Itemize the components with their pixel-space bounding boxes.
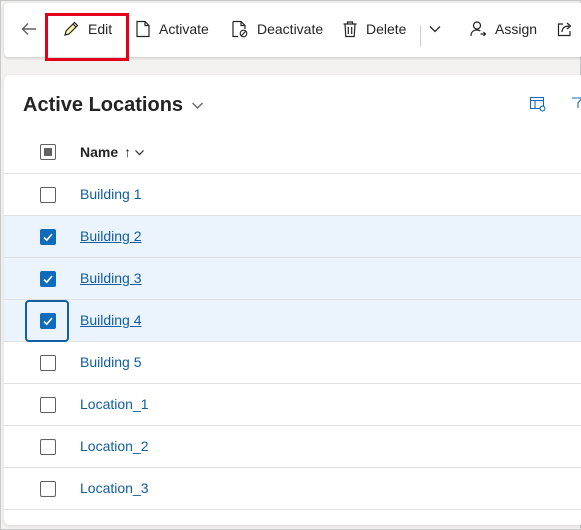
document-icon — [136, 20, 150, 38]
grid-header: Name ↑ — [4, 131, 581, 174]
chevron-down-icon — [135, 149, 145, 155]
record-link[interactable]: Location_1 — [80, 396, 149, 412]
table-row[interactable]: Building 3 — [4, 258, 581, 300]
command-bar: Edit Activate Deactivate Delete Assign — [4, 3, 581, 57]
checkmark-icon — [43, 233, 53, 242]
records-grid: Name ↑ Building 1 Building 2 Building 3 … — [4, 131, 581, 510]
delete-button[interactable]: Delete — [342, 13, 406, 45]
checkmark-icon — [43, 317, 53, 326]
record-link[interactable]: Building 2 — [80, 228, 142, 244]
row-checkbox[interactable] — [40, 229, 56, 245]
grid-rows: Building 1 Building 2 Building 3 Buildin… — [4, 174, 581, 510]
back-button[interactable] — [20, 13, 38, 45]
record-link[interactable]: Building 3 — [80, 270, 142, 286]
name-column-label: Name — [80, 144, 119, 160]
back-arrow-icon — [21, 23, 36, 35]
table-settings-icon — [529, 96, 546, 112]
delete-label: Delete — [366, 21, 407, 37]
record-link[interactable]: Building 1 — [80, 186, 142, 202]
deactivate-label: Deactivate — [257, 21, 324, 37]
trash-icon — [343, 21, 357, 38]
sort-ascending-icon: ↑ — [124, 144, 132, 160]
record-link[interactable]: Building 5 — [80, 354, 142, 370]
name-column-header[interactable]: Name ↑ — [80, 144, 145, 160]
assign-button[interactable]: Assign — [469, 13, 537, 45]
table-row[interactable]: Location_1 — [4, 384, 581, 426]
checkmark-icon — [43, 275, 53, 284]
table-row[interactable]: Building 2 — [4, 216, 581, 258]
edit-label: Edit — [88, 21, 113, 37]
pencil-icon — [64, 21, 79, 36]
table-row[interactable]: Building 4 — [4, 300, 581, 342]
filter-icon — [572, 97, 581, 108]
record-link[interactable]: Building 4 — [80, 312, 142, 328]
document-block-icon — [232, 20, 248, 38]
edit-button[interactable]: Edit — [62, 13, 112, 45]
row-checkbox[interactable] — [40, 187, 56, 203]
table-row[interactable]: Building 5 — [4, 342, 581, 384]
record-link[interactable]: Location_2 — [80, 438, 149, 454]
chevron-down-icon — [192, 102, 204, 109]
activate-button[interactable]: Activate — [135, 13, 209, 45]
table-row[interactable]: Location_3 — [4, 468, 581, 510]
share-icon — [557, 22, 572, 37]
view-selector[interactable]: Active Locations — [23, 94, 204, 117]
table-row[interactable]: Building 1 — [4, 174, 581, 216]
person-assign-icon — [470, 21, 487, 37]
record-link[interactable]: Location_3 — [80, 480, 149, 496]
view-title: Active Locations — [23, 94, 184, 116]
row-checkbox[interactable] — [40, 355, 56, 371]
grid-panel: Active Locations Name ↑ Building 1 Build… — [4, 75, 581, 525]
assign-label: Assign — [495, 21, 538, 37]
row-checkbox[interactable] — [40, 397, 56, 413]
chevron-down-icon — [429, 26, 441, 33]
row-checkbox[interactable] — [40, 271, 56, 287]
filter-button[interactable] — [571, 95, 581, 118]
row-checkbox[interactable] — [40, 481, 56, 497]
more-commands-button[interactable] — [428, 13, 442, 45]
edit-columns-button[interactable] — [529, 95, 547, 118]
deactivate-button[interactable]: Deactivate — [231, 13, 323, 45]
select-all-checkbox[interactable] — [40, 144, 56, 160]
share-button[interactable] — [556, 13, 574, 45]
activate-label: Activate — [159, 21, 209, 37]
table-row[interactable]: Location_2 — [4, 426, 581, 468]
row-checkbox[interactable] — [40, 313, 56, 329]
row-checkbox[interactable] — [40, 439, 56, 455]
toolbar-divider — [420, 25, 421, 47]
